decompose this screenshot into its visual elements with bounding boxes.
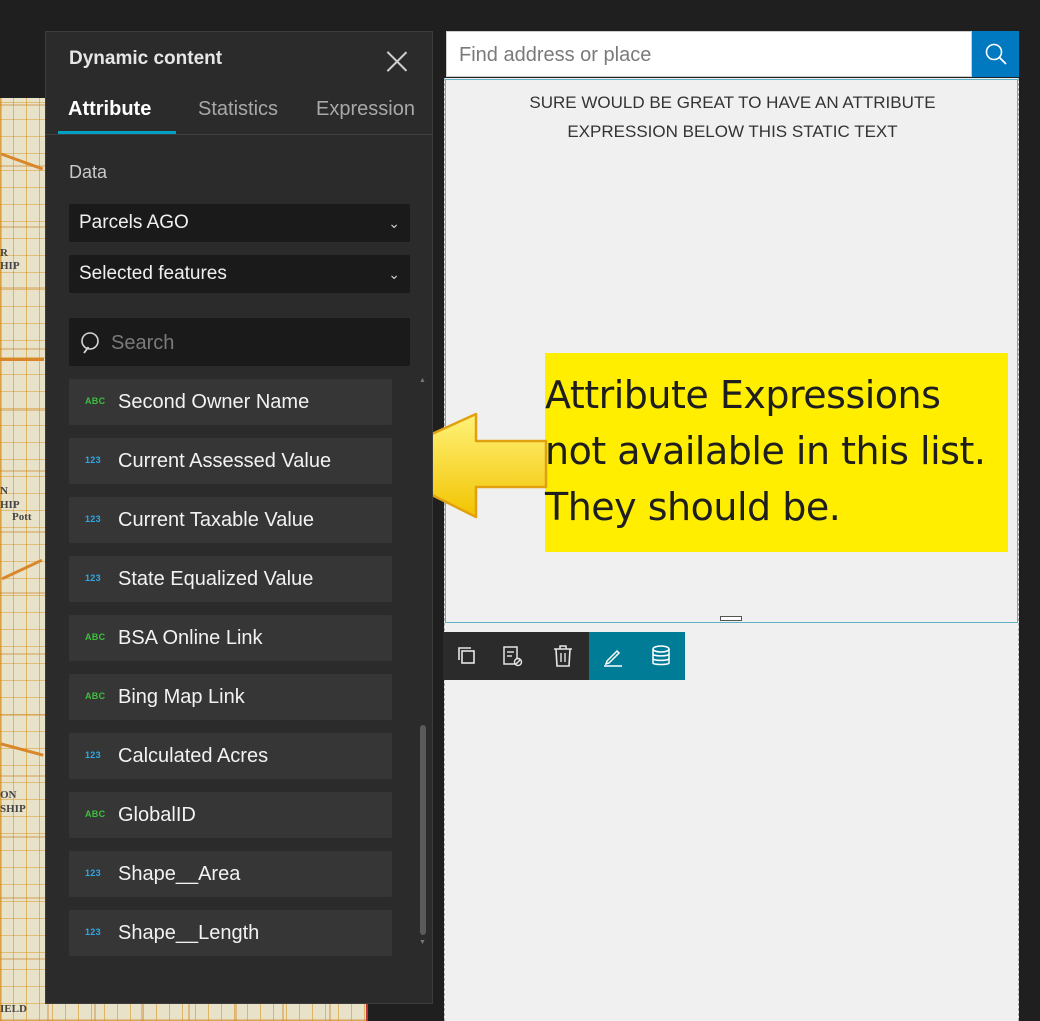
map-road (0, 358, 44, 361)
field-name: State Equalized Value (118, 568, 314, 590)
field-name: Shape__Length (118, 922, 260, 944)
dynamic-content-panel: Dynamic content Attribute Statistics Exp… (45, 31, 433, 1004)
features-select-value: Selected features (79, 263, 227, 284)
trash-icon[interactable] (551, 644, 575, 668)
duplicate-icon[interactable] (455, 644, 479, 668)
list-item[interactable]: 123 Shape__Length (69, 910, 392, 956)
search-icon (81, 332, 99, 354)
field-name: GlobalID (118, 804, 196, 826)
annotation-callout: Attribute Expressions not available in t… (545, 353, 1008, 552)
field-name: Shape__Area (118, 863, 241, 885)
widget-toolbar (443, 632, 685, 680)
list-item[interactable]: 123 State Equalized Value (69, 556, 392, 602)
map-label: SHIP (0, 803, 26, 815)
list-item[interactable]: ABC Bing Map Link (69, 674, 392, 720)
callout-line: not available in this list. (545, 429, 986, 473)
field-search (69, 318, 410, 366)
search-button[interactable] (972, 31, 1019, 77)
list-scrollbar[interactable]: ▲ ▼ (419, 377, 429, 947)
database-icon[interactable] (649, 644, 673, 668)
search-icon (985, 43, 1007, 65)
field-name: Second Owner Name (118, 391, 310, 413)
map-label: Pott (12, 511, 32, 523)
string-type-icon: ABC (85, 691, 106, 701)
resize-handle[interactable] (720, 616, 742, 621)
number-type-icon: 123 (85, 573, 101, 583)
map-label: ON (0, 789, 17, 801)
map-label: HIP (0, 260, 20, 272)
number-type-icon: 123 (85, 927, 101, 937)
string-type-icon: ABC (85, 632, 106, 642)
field-name: Current Assessed Value (118, 450, 332, 472)
scroll-up-icon[interactable]: ▲ (419, 377, 426, 384)
map-label: N (0, 485, 8, 497)
tab-bar: Attribute Statistics Expression (46, 90, 432, 135)
data-label: Data (69, 162, 108, 182)
string-type-icon: ABC (85, 396, 106, 406)
number-type-icon: 123 (85, 455, 101, 465)
field-name: Current Taxable Value (118, 509, 315, 531)
scroll-down-icon[interactable]: ▼ (419, 939, 426, 946)
map-road (0, 742, 44, 757)
list-item[interactable]: 123 Shape__Area (69, 851, 392, 897)
chevron-down-icon: ⌄ (388, 215, 400, 231)
tab-statistics[interactable]: Statistics (198, 98, 278, 132)
close-icon[interactable] (384, 48, 410, 74)
number-type-icon: 123 (85, 514, 101, 524)
map-label: R (0, 247, 8, 259)
number-type-icon: 123 (85, 868, 101, 878)
list-item[interactable]: ABC BSA Online Link (69, 615, 392, 661)
list-item[interactable]: ABC GlobalID (69, 792, 392, 838)
callout-line: Attribute Expressions (545, 373, 941, 417)
map-road (1, 558, 43, 581)
scroll-thumb[interactable] (420, 725, 426, 935)
tab-attribute[interactable]: Attribute (68, 98, 151, 132)
number-type-icon: 123 (85, 750, 101, 760)
edge-strip (1019, 0, 1040, 1021)
features-select[interactable]: Selected features ⌄ (69, 255, 410, 293)
field-search-input[interactable] (109, 326, 403, 360)
address-search-input[interactable] (457, 40, 961, 70)
list-item[interactable]: 123 Calculated Acres (69, 733, 392, 779)
edit-icon[interactable] (601, 644, 625, 668)
list-item[interactable]: 123 Current Assessed Value (69, 438, 392, 484)
active-tab-indicator (58, 131, 176, 134)
map-label: HIP (0, 499, 20, 511)
panel-title: Dynamic content (69, 48, 223, 69)
tab-expression[interactable]: Expression (316, 98, 415, 132)
field-name: Bing Map Link (118, 686, 245, 708)
list-item[interactable]: ABC Second Owner Name (69, 379, 392, 425)
static-text[interactable]: SURE WOULD BE GREAT TO HAVE AN ATTRIBUTE… (486, 88, 979, 146)
layer-select-value: Parcels AGO (79, 212, 189, 233)
field-name: BSA Online Link (118, 627, 263, 649)
field-name: Calculated Acres (118, 745, 269, 767)
map-label: IELD (0, 1003, 27, 1015)
map-road (0, 152, 44, 171)
string-type-icon: ABC (85, 809, 106, 819)
list-item[interactable]: 123 Current Taxable Value (69, 497, 392, 543)
address-search-bar (446, 31, 972, 77)
chevron-down-icon: ⌄ (388, 266, 400, 282)
layer-select[interactable]: Parcels AGO ⌄ (69, 204, 410, 242)
callout-line: They should be. (545, 485, 841, 529)
clear-format-icon[interactable] (501, 644, 525, 668)
callout-text: Attribute Expressions not available in t… (545, 367, 1015, 535)
